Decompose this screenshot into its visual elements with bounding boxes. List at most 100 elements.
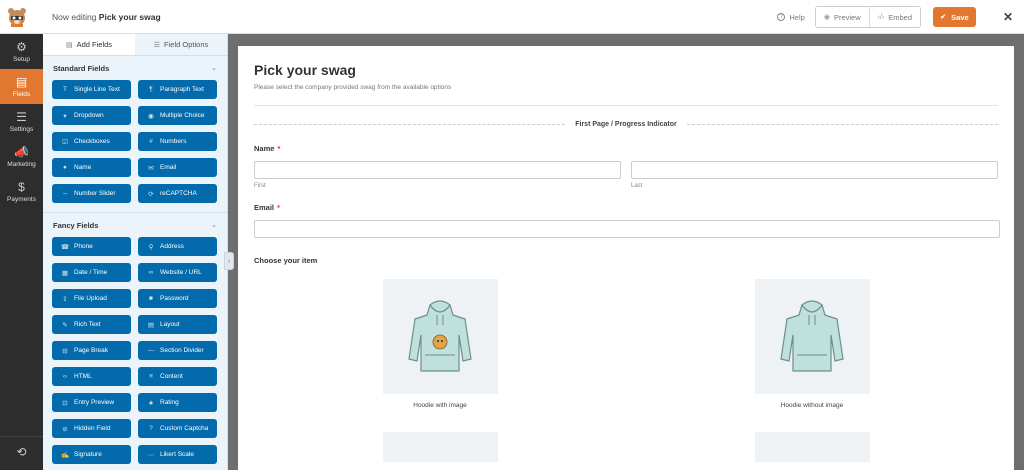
field-button-custom-captcha[interactable]: ? Custom Captcha <box>138 419 217 438</box>
field-button-file-upload[interactable]: ⇪ File Upload <box>52 289 131 308</box>
field-type-icon: T <box>63 86 67 93</box>
standard-fields-grid: T Single Line Text ¶ Paragraph Text ▾ Dropdow… <box>43 80 227 203</box>
editing-prefix: Now editing <box>52 11 97 22</box>
page-indicator[interactable]: First Page / Progress Indicator <box>254 121 998 128</box>
field-type-icon: ✎ <box>62 321 68 329</box>
name-label-text: Name <box>254 144 275 153</box>
last-name-input[interactable] <box>631 161 998 179</box>
field-button-phone[interactable]: ☎ Phone <box>52 237 131 256</box>
preview-button[interactable]: ◉ Preview <box>815 7 869 27</box>
first-name-input[interactable] <box>254 161 621 179</box>
field-button-entry-preview[interactable]: ⊡ Entry Preview <box>52 393 131 412</box>
field-button-rating[interactable]: ★ Rating <box>138 393 217 412</box>
field-button-section-divider[interactable]: — Section Divider <box>138 341 217 360</box>
nav-label: Payments <box>7 195 36 203</box>
field-button-label: Layout <box>160 321 180 328</box>
fancy-fields-header[interactable]: Fancy Fields ⌄ <box>43 213 227 237</box>
last-sublabel: Last <box>631 183 643 189</box>
nav-item-fields[interactable]: ▤ Fields <box>0 69 43 104</box>
nav-item-setup[interactable]: ⚙ Setup <box>0 34 43 69</box>
field-button-recaptcha[interactable]: ⟳ reCAPTCHA <box>138 184 217 203</box>
tab-field-options[interactable]: ☰ Field Options <box>135 34 227 55</box>
nav-label: Settings <box>9 125 34 133</box>
item-choice-hoodie-without-image[interactable]: Hoodie without image <box>626 279 998 462</box>
field-type-icon: ▤ <box>147 321 155 329</box>
builder-nav: ⚙ Setup ▤ Fields ☰ Settings 📣 Marketing … <box>0 34 43 470</box>
required-asterisk: * <box>277 203 280 212</box>
field-button-date-time[interactable]: ▦ Date / Time <box>52 263 131 282</box>
field-button-number-slider[interactable]: ⇔ Number Slider <box>52 184 131 203</box>
field-button-password[interactable]: ■ Password <box>138 289 217 308</box>
field-type-icon: ∞ <box>148 269 154 276</box>
help-button[interactable]: ? Help <box>777 12 805 22</box>
choose-item-field[interactable]: Choose your item Hoodie with image Hoodi… <box>254 256 998 462</box>
nav-label: Marketing <box>7 160 36 168</box>
email-field[interactable]: Email * <box>254 203 1000 238</box>
field-type-icon: ■ <box>149 295 153 302</box>
embed-label: Embed <box>888 12 912 22</box>
field-button-checkboxes[interactable]: ☑ Checkboxes <box>52 132 131 151</box>
field-button-hidden-field[interactable]: ⊘ Hidden Field <box>52 419 131 438</box>
field-button-single-line-text[interactable]: T Single Line Text <box>52 80 131 99</box>
field-type-icon: ⊘ <box>62 425 68 433</box>
tab-add-fields[interactable]: ▤ Add Fields <box>43 34 135 55</box>
field-button-label: Entry Preview <box>74 399 115 406</box>
field-button-numbers[interactable]: # Numbers <box>138 132 217 151</box>
field-button-name[interactable]: ● Name <box>52 158 131 177</box>
field-button-label: Rich Text <box>74 321 101 328</box>
field-button-page-break[interactable]: ⊟ Page Break <box>52 341 131 360</box>
help-label: Help <box>789 12 805 22</box>
field-button-label: Page Break <box>74 347 108 354</box>
form-divider <box>254 105 998 106</box>
email-input[interactable] <box>254 220 1000 238</box>
dollar-icon: $ <box>18 179 25 194</box>
fields-icon: ▤ <box>15 74 28 89</box>
field-button-html[interactable]: ‹› HTML <box>52 367 131 386</box>
field-button-content[interactable]: ≡ Content <box>138 367 217 386</box>
collapse-panel-icon[interactable]: ‹ <box>224 252 234 270</box>
field-type-icon: ☎ <box>60 243 70 251</box>
page-indicator-label: First Page / Progress Indicator <box>575 121 677 128</box>
field-button-rich-text[interactable]: ✎ Rich Text <box>52 315 131 334</box>
nav-item-marketing[interactable]: 📣 Marketing <box>0 139 43 174</box>
field-type-icon: ‹› <box>62 373 68 380</box>
field-button-label: Section Divider <box>160 347 204 354</box>
first-sublabel: First <box>254 183 266 189</box>
editing-title: Now editing Pick your swag <box>52 12 161 22</box>
item-choice-hoodie-with-image[interactable]: Hoodie with image <box>254 279 626 462</box>
revisions-history-icon[interactable]: ⟲ <box>0 436 43 466</box>
form-title[interactable]: Pick your swag <box>254 62 998 78</box>
field-button-address[interactable]: ⚲ Address <box>138 237 217 256</box>
field-type-icon: ⇪ <box>62 295 68 303</box>
name-field[interactable]: Name * First Last <box>254 144 998 189</box>
section-title: Standard Fields <box>53 63 110 73</box>
field-button-paragraph-text[interactable]: ¶ Paragraph Text <box>138 80 217 99</box>
field-button-label: Likert Scale <box>160 451 194 458</box>
next-item-image <box>382 432 498 462</box>
field-button-likert-scale[interactable]: ⋯ Likert Scale <box>138 445 217 464</box>
preview-embed-group: ◉ Preview ‹/› Embed <box>814 6 921 28</box>
field-button-label: Checkboxes <box>74 138 110 145</box>
field-button-label: Date / Time <box>74 269 108 276</box>
field-button-email[interactable]: ✉ Email <box>138 158 217 177</box>
field-type-icon: ⊡ <box>62 399 68 407</box>
embed-button[interactable]: ‹/› Embed <box>868 7 920 27</box>
gear-icon: ⚙ <box>16 39 27 54</box>
close-icon[interactable]: ✕ <box>998 10 1018 24</box>
field-type-icon: ¶ <box>149 86 153 93</box>
email-label: Email * <box>254 203 998 212</box>
field-button-label: Signature <box>74 451 102 458</box>
code-icon: ‹/› <box>877 13 885 21</box>
field-button-dropdown[interactable]: ▾ Dropdown <box>52 106 131 125</box>
field-button-website-url[interactable]: ∞ Website / URL <box>138 263 217 282</box>
nav-item-settings[interactable]: ☰ Settings <box>0 104 43 139</box>
field-button-multiple-choice[interactable]: ◉ Multiple Choice <box>138 106 217 125</box>
fancy-fields-grid: ☎ Phone ⚲ Address ▦ Date / Time ∞ Website / URL… <box>43 237 227 464</box>
save-button[interactable]: ✔ Save <box>933 7 976 27</box>
field-button-signature[interactable]: ✍ Signature <box>52 445 131 464</box>
field-button-layout[interactable]: ▤ Layout <box>138 315 217 334</box>
standard-fields-header[interactable]: Standard Fields ⌄ <box>43 56 227 80</box>
field-type-icon: — <box>147 347 155 354</box>
nav-item-payments[interactable]: $ Payments <box>0 174 43 209</box>
eye-icon: ◉ <box>823 14 830 21</box>
